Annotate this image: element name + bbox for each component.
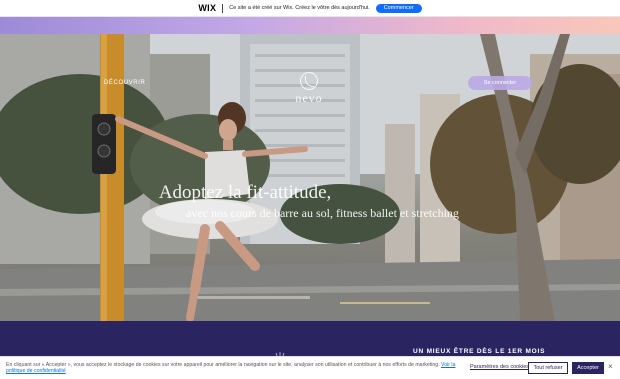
cookie-message-text: En cliquant sur « Accepter », vous accep…	[6, 362, 440, 368]
close-icon[interactable]: ×	[608, 363, 613, 371]
cookie-banner: En cliquant sur « Accepter », vous accep…	[0, 356, 620, 379]
logo-text: nevo	[295, 91, 323, 105]
banner-divider	[222, 3, 224, 13]
cookie-settings-link[interactable]: Paramètres des cookies	[470, 364, 529, 370]
cookie-message: En cliquant sur « Accepter », vous accep…	[6, 362, 456, 375]
nav-discover-link[interactable]: DÉCOUVRIR	[104, 80, 145, 86]
gradient-strip	[0, 17, 620, 34]
accept-button[interactable]: Accepter	[572, 362, 604, 374]
wix-logo[interactable]: WIX	[198, 3, 216, 13]
refuse-all-button[interactable]: Tout refuser	[528, 362, 568, 374]
hero-subtitle: avec nos cours de barre au sol, fitness …	[186, 206, 459, 220]
hero-title-text: Adoptez la fit-attitude,	[158, 182, 332, 203]
section-heading: UN MIEUX ÊTRE DÈS LE 1ER MOIS	[413, 348, 546, 355]
start-button[interactable]: Commencer	[375, 3, 422, 13]
logo-mark-icon	[300, 72, 318, 90]
login-button[interactable]: Se connecter	[468, 76, 532, 90]
wix-banner: WIX Ce site a été créé sur Wix. Créez le…	[0, 0, 620, 17]
hero-image: DÉCOUVRIR nevo Se connecter	[0, 34, 620, 321]
site-logo[interactable]: nevo	[291, 72, 327, 106]
banner-message: Ce site a été créé sur Wix. Créez le vôt…	[229, 5, 370, 11]
hero-title: Adoptez la fit-attitude,	[0, 182, 490, 204]
